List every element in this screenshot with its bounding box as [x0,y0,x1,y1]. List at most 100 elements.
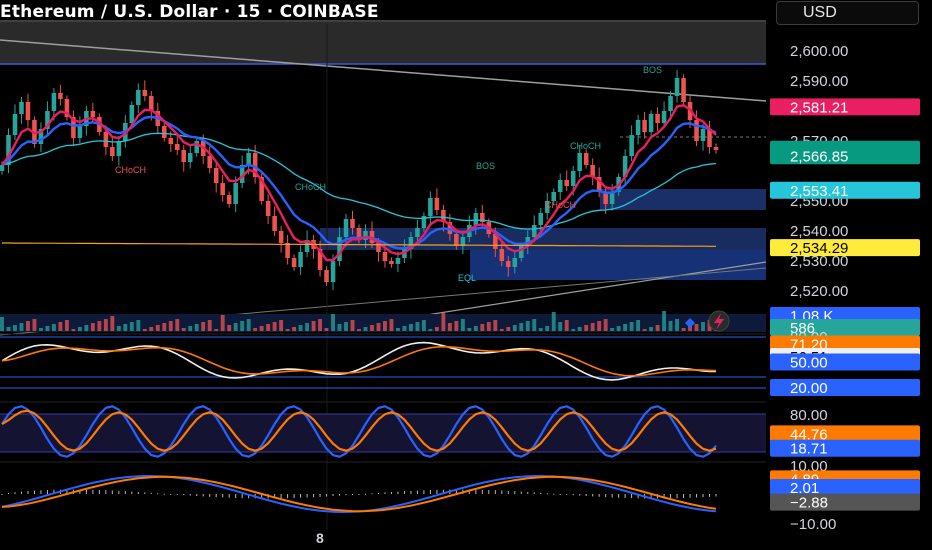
candle-body [668,96,673,111]
osc-histogram-bar [313,494,315,498]
candle-body [557,180,563,192]
volume-bar [616,326,621,331]
volume-bar [77,327,82,331]
candle-body [103,132,109,147]
osc-histogram-bar [215,494,217,498]
osc-histogram-bar [475,489,477,494]
candle-body [136,90,141,105]
candle-body [564,180,569,186]
price-tick-label: 2,600.00 [790,43,848,60]
volume-bar [246,319,251,331]
volume-bar [311,321,316,331]
volume-bar [538,328,543,331]
volume-bar [421,320,426,331]
currency-button[interactable]: USD [776,1,919,25]
candle-body [415,228,420,237]
volume-bar [668,321,673,331]
volume-bar [162,323,167,331]
osc-histogram-bar [163,493,165,495]
osc-histogram-bar [423,490,425,494]
osc-histogram-bar [287,494,289,499]
candle-body [512,258,518,267]
candle-body [233,183,238,204]
osc-histogram-bar [293,494,295,499]
candle-body [187,153,193,162]
candle-body [681,78,686,102]
candle-body [226,195,232,204]
osc-histogram-bar [494,490,496,494]
osc-histogram-bar [300,494,302,498]
volume-bar [181,328,186,331]
volume-bar [662,311,667,331]
volume-bar [610,328,615,331]
osc-histogram-bar [124,491,126,494]
osc-histogram-bar [709,494,711,497]
candle-body [389,261,394,264]
osc-histogram-bar [189,494,191,496]
volume-bar [272,322,277,331]
osc-histogram-bar [85,489,87,494]
volume-bar [318,319,323,331]
volume-bar [655,325,660,331]
osc-histogram-bar [150,492,152,494]
volume-bar [681,328,686,331]
osc-histogram-bar [364,493,366,495]
osc-histogram-bar [339,494,341,496]
candle-body [162,126,167,138]
osc-histogram-bar [397,491,399,494]
volume-bar [201,322,206,331]
volume-bar [58,322,63,331]
candle-body [51,93,57,111]
candle-body [90,111,96,117]
osc-histogram-bar [241,494,243,499]
volume-bar [194,324,199,331]
osc-histogram-bar [403,491,405,494]
price-label-4: 2,553.41 [790,183,848,200]
candle-body [278,231,284,243]
volume-bar [642,329,647,331]
volume-bar [259,326,264,331]
volume-bar [636,320,641,331]
lightning-icon[interactable] [708,310,730,332]
osc-histogram-bar [46,489,48,494]
candle-body [324,270,329,282]
price-tick-label: 2,520.00 [790,283,848,300]
volume-bar [305,323,310,331]
volume-bar [292,327,297,331]
annotation-label: CHoCH [295,182,326,192]
candle-body [181,150,187,162]
candle-body [330,261,336,282]
osc-histogram-bar [137,491,139,494]
candle-body [428,198,433,216]
candle-body [538,213,544,225]
osc-histogram-bar [118,490,120,494]
osc-histogram-bar [111,490,113,494]
volume-bar [45,326,50,331]
candle-body [694,120,699,141]
annotation-label: EQL [458,273,476,283]
volume-bar [577,327,582,331]
osc-histogram-bar [40,490,42,494]
candle-body [473,213,479,225]
candle-body [265,201,271,216]
osc-histogram-bar [14,492,16,494]
osc-histogram-bar [384,492,386,494]
volume-bar [571,329,576,331]
candle-body [674,78,680,96]
volume-bar [233,323,238,331]
osc-tick-bottom: −10.00 [790,516,836,533]
osc-histogram-bar [306,494,308,498]
volume-bar [649,327,654,331]
candle-body [700,129,706,141]
annotation-label: BOS [643,65,662,75]
candle-body [454,234,459,246]
osc-histogram-bar [222,494,224,498]
osc-histogram-bar [572,494,574,496]
volume-bar [129,322,134,331]
volume-bar [486,322,491,331]
volume-bar [26,321,30,331]
candle-body [661,111,667,123]
candle-body [149,96,154,111]
volume-bar [512,325,517,331]
chart-canvas[interactable]: BOS BOS CHoCH CHoCH CHoCH CHoCH EQL 2,600.00 2,… [0,0,932,550]
